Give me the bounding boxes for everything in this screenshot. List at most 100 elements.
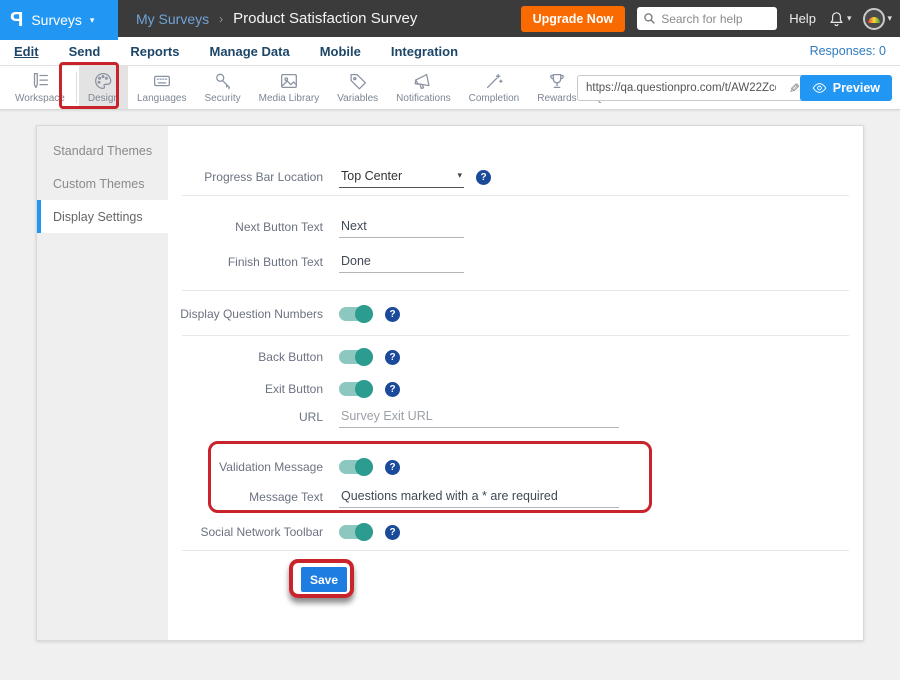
- survey-url-input[interactable]: [578, 82, 780, 94]
- progress-bar-location-value: Top Center: [341, 169, 402, 183]
- toggle-knob: [355, 348, 373, 366]
- toolbar-item-design[interactable]: Design: [79, 66, 128, 109]
- help-icon[interactable]: [476, 170, 491, 185]
- exit-button-label: Exit Button: [168, 382, 323, 396]
- nav-item-send[interactable]: Send: [69, 44, 101, 59]
- media-library-image-icon: [278, 70, 300, 92]
- sidebar-item-standard-themes[interactable]: Standard Themes: [37, 134, 168, 167]
- exit-url-input[interactable]: [339, 407, 619, 428]
- design-toolbar: Workspace Design Languages Security Medi…: [0, 66, 900, 110]
- message-text-input[interactable]: [339, 487, 619, 508]
- workspace-icon: [29, 70, 51, 92]
- finish-button-text-input[interactable]: [339, 252, 464, 273]
- themes-sidebar: Standard Themes Custom Themes Display Se…: [37, 126, 168, 640]
- progress-bar-location-dropdown[interactable]: Top Center ▾: [339, 167, 464, 188]
- toolbar-item-label: Media Library: [259, 93, 320, 104]
- exit-button-toggle[interactable]: [339, 382, 373, 396]
- toolbar-item-label: Variables: [337, 93, 378, 104]
- validation-message-toggle[interactable]: [339, 460, 373, 474]
- surveys-menu-label: Surveys: [31, 12, 82, 28]
- sidebar-item-display-settings[interactable]: Display Settings: [37, 200, 168, 233]
- toolbar-item-notifications[interactable]: Notifications: [387, 66, 459, 109]
- section-divider: [182, 195, 849, 196]
- sidebar-item-custom-themes[interactable]: Custom Themes: [37, 167, 168, 200]
- help-search-box[interactable]: [637, 7, 777, 30]
- toggle-knob: [355, 305, 373, 323]
- bell-icon: [828, 10, 845, 27]
- toolbar-item-label: Design: [88, 93, 119, 104]
- display-settings-panel: Standard Themes Custom Themes Display Se…: [36, 125, 864, 641]
- variables-tag-icon: [347, 70, 369, 92]
- help-icon[interactable]: [385, 525, 400, 540]
- upgrade-now-button[interactable]: Upgrade Now: [521, 6, 626, 32]
- toolbar-item-label: Rewards: [537, 93, 576, 104]
- help-link[interactable]: Help: [789, 11, 816, 26]
- toolbar-item-variables[interactable]: Variables: [328, 66, 387, 109]
- toolbar-item-languages[interactable]: Languages: [128, 66, 196, 109]
- help-search-input[interactable]: [661, 12, 769, 26]
- toolbar-item-media-library[interactable]: Media Library: [250, 66, 329, 109]
- toolbar-item-workspace[interactable]: Workspace: [6, 66, 74, 109]
- section-divider: [182, 290, 849, 291]
- toolbar-item-label: Languages: [137, 93, 187, 104]
- help-icon[interactable]: [385, 307, 400, 322]
- chevron-down-icon: ▾: [847, 14, 852, 23]
- survey-nav: Edit Send Reports Manage Data Mobile Int…: [0, 37, 900, 66]
- next-button-text-label: Next Button Text: [168, 220, 323, 234]
- preview-button[interactable]: Preview: [800, 75, 892, 101]
- breadcrumb-chevron-icon: ›: [219, 12, 223, 26]
- help-icon[interactable]: [385, 350, 400, 365]
- help-icon[interactable]: [385, 382, 400, 397]
- toolbar-item-label: Security: [204, 93, 240, 104]
- exit-url-label: URL: [168, 410, 323, 424]
- finish-button-text-label: Finish Button Text: [168, 255, 323, 269]
- completion-wand-icon: [483, 70, 505, 92]
- chevron-down-icon: ▾: [457, 170, 462, 181]
- avatar: [863, 8, 885, 30]
- search-icon: [643, 12, 656, 25]
- app-logo-menu[interactable]: P Surveys ▾: [0, 0, 118, 40]
- display-settings-form: Progress Bar Location Top Center ▾ Next …: [168, 126, 863, 640]
- social-network-toolbar-label: Social Network Toolbar: [168, 525, 323, 539]
- toggle-knob: [355, 380, 373, 398]
- notifications-bell-button[interactable]: ▾: [828, 10, 852, 27]
- security-key-icon: [212, 70, 234, 92]
- page-title: Product Satisfaction Survey: [233, 10, 417, 27]
- toolbar-item-label: Completion: [469, 93, 520, 104]
- toolbar-item-completion[interactable]: Completion: [460, 66, 529, 109]
- toggle-knob: [355, 523, 373, 541]
- design-palette-icon: [92, 70, 114, 92]
- nav-item-reports[interactable]: Reports: [130, 44, 179, 59]
- progress-bar-location-label: Progress Bar Location: [168, 170, 323, 184]
- display-question-numbers-label: Display Question Numbers: [168, 307, 323, 321]
- gauge-icon: [868, 17, 880, 23]
- chevron-down-icon: ▾: [887, 14, 892, 23]
- nav-item-integration[interactable]: Integration: [391, 44, 458, 59]
- breadcrumb-my-surveys[interactable]: My Surveys: [136, 11, 209, 27]
- toolbar-item-label: Notifications: [396, 93, 450, 104]
- notifications-megaphone-icon: [412, 70, 434, 92]
- questionpro-logo: P: [10, 10, 23, 30]
- next-button-text-input[interactable]: [339, 217, 464, 238]
- back-button-toggle[interactable]: [339, 350, 373, 364]
- responses-count: Responses: 0: [810, 44, 886, 58]
- rewards-trophy-icon: [546, 70, 568, 92]
- validation-message-label: Validation Message: [168, 460, 323, 474]
- display-question-numbers-toggle[interactable]: [339, 307, 373, 321]
- help-icon[interactable]: [385, 460, 400, 475]
- survey-url-field: [577, 75, 807, 101]
- chevron-down-icon: ▾: [90, 16, 95, 25]
- nav-item-edit[interactable]: Edit: [14, 44, 39, 59]
- social-network-toolbar-toggle[interactable]: [339, 525, 373, 539]
- message-text-label: Message Text: [168, 490, 323, 504]
- languages-keyboard-icon: [151, 70, 173, 92]
- nav-item-mobile[interactable]: Mobile: [320, 44, 361, 59]
- nav-item-manage-data[interactable]: Manage Data: [209, 44, 289, 59]
- top-header: My Surveys › Product Satisfaction Survey…: [0, 0, 900, 37]
- toolbar-item-security[interactable]: Security: [195, 66, 249, 109]
- preview-button-label: Preview: [833, 81, 880, 95]
- save-button[interactable]: Save: [301, 567, 347, 592]
- account-menu-button[interactable]: ▾: [863, 8, 892, 30]
- toggle-knob: [355, 458, 373, 476]
- back-button-label: Back Button: [168, 350, 323, 364]
